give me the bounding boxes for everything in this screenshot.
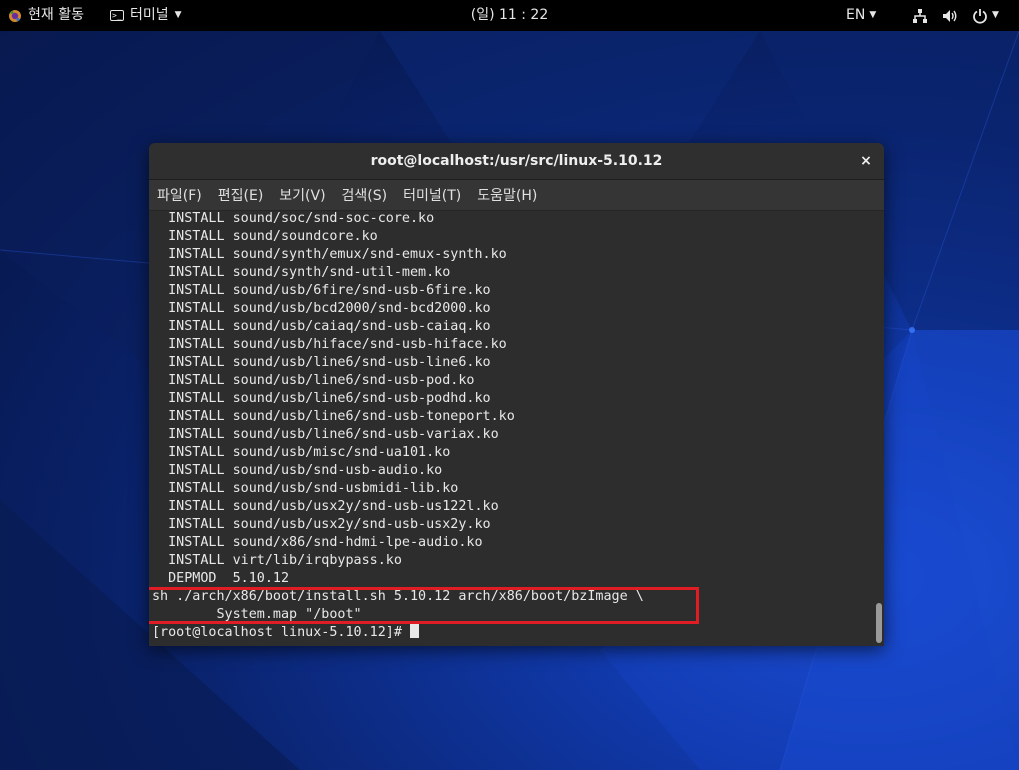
activities-label: 현재 활동 <box>28 7 84 23</box>
chevron-down-icon: ▼ <box>174 10 182 20</box>
terminal-line: INSTALL sound/usb/snd-usbmidi-lib.ko <box>152 481 459 496</box>
terminal-line: INSTALL sound/soc/snd-soc-core.ko <box>152 211 435 226</box>
terminal-window: root@localhost:/usr/src/linux-5.10.12 × … <box>149 143 884 646</box>
terminal-line: INSTALL sound/synth/emux/snd-emux-synth.… <box>152 247 507 262</box>
terminal-line: INSTALL sound/usb/misc/snd-ua101.ko <box>152 445 451 460</box>
power-icon <box>973 8 987 24</box>
text-cursor <box>409 624 419 638</box>
terminal-lines: INSTALL sound/soc/snd-soc-core.ko INSTAL… <box>152 211 644 642</box>
scrollbar-thumb[interactable] <box>876 603 882 643</box>
terminal-line: INSTALL sound/usb/6fire/snd-usb-6fire.ko <box>152 283 491 298</box>
menu-search[interactable]: 검색(S) <box>342 185 388 205</box>
terminal-line: INSTALL sound/x86/snd-hdmi-lpe-audio.ko <box>152 535 483 550</box>
menu-help[interactable]: 도움말(H) <box>477 185 537 205</box>
chevron-down-icon: ▼ <box>992 10 999 20</box>
input-language-label: EN <box>846 7 866 23</box>
menu-view[interactable]: 보기(V) <box>279 185 325 205</box>
terminal-line: INSTALL sound/usb/line6/snd-usb-podhd.ko <box>152 391 491 406</box>
app-menu-label: 터미널 <box>130 7 169 23</box>
terminal-icon: >_ <box>110 10 124 21</box>
volume-icon <box>943 9 957 22</box>
menu-edit[interactable]: 편집(E) <box>218 185 264 205</box>
window-title: root@localhost:/usr/src/linux-5.10.12 <box>370 153 663 169</box>
terminal-line: INSTALL sound/usb/line6/snd-usb-line6.ko <box>152 355 491 370</box>
terminal-line: DEPMOD 5.10.12 <box>152 571 290 586</box>
terminal-line: INSTALL sound/usb/hiface/snd-usb-hiface.… <box>152 337 507 352</box>
clock-button[interactable]: (일) 11 : 22 <box>471 7 549 23</box>
chevron-down-icon: ▼ <box>869 10 877 20</box>
top-bar: 현재 활동 >_ 터미널 ▼ (일) 11 : 22 EN ▼ ▼ <box>0 0 1019 31</box>
terminal-prompt-line: [root@localhost linux-5.10.12]# <box>152 624 644 642</box>
app-menu[interactable]: >_ 터미널 ▼ <box>110 0 182 31</box>
gnome-foot-icon <box>9 9 21 22</box>
terminal-line: INSTALL sound/usb/usx2y/snd-usb-usx2y.ko <box>152 517 491 532</box>
shell-prompt: [root@localhost linux-5.10.12]# <box>152 625 410 640</box>
terminal-output[interactable]: INSTALL sound/soc/snd-soc-core.ko INSTAL… <box>149 211 884 646</box>
terminal-line: INSTALL sound/usb/line6/snd-usb-pod.ko <box>152 373 475 388</box>
menu-file[interactable]: 파일(F) <box>157 185 202 205</box>
network-wired-icon <box>913 8 927 23</box>
highlight-annotation <box>149 587 699 624</box>
menu-bar: 파일(F) 편집(E) 보기(V) 검색(S) 터미널(T) 도움말(H) <box>149 180 884 211</box>
terminal-line: INSTALL sound/usb/snd-usb-audio.ko <box>152 463 443 478</box>
scrollbar[interactable] <box>874 213 882 644</box>
system-status-menu[interactable]: ▼ <box>912 0 999 31</box>
terminal-line: INSTALL sound/usb/usx2y/snd-usb-us122l.k… <box>152 499 499 514</box>
close-button[interactable]: × <box>858 143 874 179</box>
terminal-line: INSTALL sound/usb/line6/snd-usb-toneport… <box>152 409 515 424</box>
activities-button[interactable]: 현재 활동 <box>8 0 84 31</box>
terminal-line: INSTALL sound/usb/caiaq/snd-usb-caiaq.ko <box>152 319 491 334</box>
terminal-line: INSTALL virt/lib/irqbypass.ko <box>152 553 402 568</box>
input-language-menu[interactable]: EN ▼ <box>846 0 876 31</box>
terminal-line: INSTALL sound/usb/line6/snd-usb-variax.k… <box>152 427 499 442</box>
window-titlebar[interactable]: root@localhost:/usr/src/linux-5.10.12 × <box>149 143 884 180</box>
terminal-line: INSTALL sound/usb/bcd2000/snd-bcd2000.ko <box>152 301 491 316</box>
menu-terminal[interactable]: 터미널(T) <box>403 185 461 205</box>
terminal-line: INSTALL sound/soundcore.ko <box>152 229 378 244</box>
terminal-line: INSTALL sound/synth/snd-util-mem.ko <box>152 265 451 280</box>
